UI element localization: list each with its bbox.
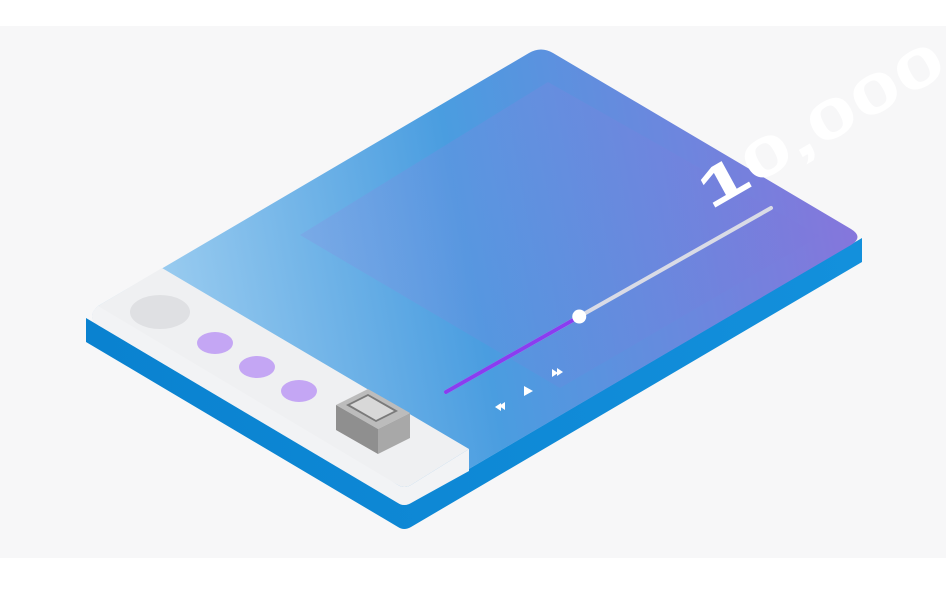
- progress-knob[interactable]: [572, 309, 587, 324]
- indicator-dot-2[interactable]: [239, 356, 275, 378]
- view-count: 10,000,000: [687, 0, 946, 221]
- indicator-dot-3[interactable]: [281, 380, 317, 402]
- avatar[interactable]: [130, 295, 190, 329]
- isometric-video-player: 10,000,000 views: [86, 0, 946, 529]
- indicator-dot-1[interactable]: [197, 332, 233, 354]
- illustration-canvas: 10,000,000 views: [0, 0, 946, 591]
